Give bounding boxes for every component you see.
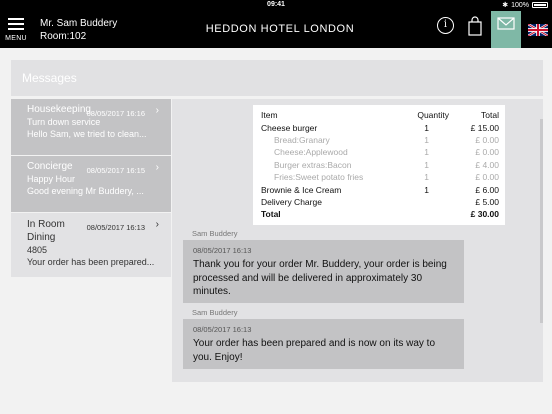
message-sender: Sam Buddery xyxy=(192,229,238,238)
scrollbar[interactable] xyxy=(540,119,543,323)
table-row: Fries:Sweet potato fries 1 £ 0.00 xyxy=(261,171,499,183)
row-item: Burger extras:Bacon xyxy=(274,159,352,170)
row-total: £ 5.00 xyxy=(475,196,499,207)
bluetooth-icon: ✱ xyxy=(502,2,509,9)
order-summary-table: Item Quantity Total Cheese burger 1 £ 15… xyxy=(253,105,505,225)
battery-icon xyxy=(532,2,548,8)
hamburger-icon xyxy=(4,18,28,30)
message-date: 08/05/2017 16:16 xyxy=(86,109,145,118)
row-item: Fries:Sweet potato fries xyxy=(274,172,364,183)
guest-info: Mr. Sam Buddery Room:102 xyxy=(40,17,117,43)
message-title: 4805 xyxy=(27,245,48,255)
menu-label: MENU xyxy=(5,35,27,42)
header-item: Item xyxy=(261,110,278,121)
row-total: £ 15.00 xyxy=(470,122,499,133)
row-total: £ 0.00 xyxy=(475,134,499,145)
row-item: Delivery Charge xyxy=(261,196,322,207)
message-bubble: 08/05/2017 16:13 Your order has been pre… xyxy=(183,319,464,369)
conversation-pane[interactable]: Item Quantity Total Cheese burger 1 £ 15… xyxy=(172,99,543,382)
row-item: Cheese:Applewood xyxy=(274,147,348,158)
header-total: Total xyxy=(481,110,499,121)
message-item-in-room-dining[interactable]: In Room Dining 08/05/2017 16:13 › 4805 Y… xyxy=(11,213,171,277)
room-number: Room:102 xyxy=(40,31,87,42)
message-item-housekeeping[interactable]: Housekeeping 08/05/2017 16:16 › Turn dow… xyxy=(11,99,171,155)
info-icon[interactable]: i xyxy=(437,17,454,34)
message-bubble: 08/05/2017 16:13 Thank you for your orde… xyxy=(183,240,464,303)
row-qty: 1 xyxy=(424,147,429,158)
messages-title: Messages xyxy=(22,71,77,85)
row-item: Brownie & Ice Cream xyxy=(261,184,342,195)
status-right: ✱ 100% xyxy=(502,1,548,9)
row-qty: 1 xyxy=(424,134,429,145)
shopping-bag-icon[interactable] xyxy=(468,16,482,36)
table-row: Brownie & Ice Cream 1 £ 6.00 xyxy=(261,183,499,195)
menu-button[interactable]: MENU xyxy=(4,15,28,45)
row-qty: 1 xyxy=(424,172,429,183)
message-preview: Hello Sam, we tried to clean... xyxy=(27,129,147,139)
row-qty: 1 xyxy=(424,184,429,195)
row-item: Bread:Granary xyxy=(274,134,330,145)
uk-flag-icon[interactable] xyxy=(528,24,548,36)
app-header: MENU Mr. Sam Buddery Room:102 HEDDON HOT… xyxy=(0,11,552,48)
table-row: Bread:Granary 1 £ 0.00 xyxy=(261,134,499,146)
bubble-text: Your order has been prepared and is now … xyxy=(193,338,436,363)
row-qty: 1 xyxy=(424,159,429,170)
bubble-text: Thank you for your order Mr. Buddery, yo… xyxy=(193,259,447,297)
row-total: £ 0.00 xyxy=(475,147,499,158)
message-preview: Your order has been prepared... xyxy=(27,257,155,267)
row-total: £ 4.00 xyxy=(475,159,499,170)
row-total: £ 6.00 xyxy=(475,184,499,195)
messages-tab-button[interactable] xyxy=(491,11,521,48)
table-row: Burger extras:Bacon 1 £ 4.00 xyxy=(261,159,499,171)
header-quantity: Quantity xyxy=(417,110,449,121)
chevron-right-icon: › xyxy=(155,162,159,173)
message-subject: In Room Dining xyxy=(27,219,65,243)
row-total: £ 0.00 xyxy=(475,172,499,183)
table-row: Delivery Charge £ 5.00 xyxy=(261,196,499,208)
row-total: £ 30.00 xyxy=(470,209,499,220)
row-item: Total xyxy=(261,209,281,220)
chevron-right-icon: › xyxy=(155,219,159,230)
table-row: Cheese burger 1 £ 15.00 xyxy=(261,121,499,133)
bubble-date: 08/05/2017 16:13 xyxy=(193,246,252,255)
message-sender: Sam Buddery xyxy=(192,308,238,317)
message-item-concierge[interactable]: Concierge 08/05/2017 16:15 › Happy Hour … xyxy=(11,156,171,212)
guest-name: Mr. Sam Buddery xyxy=(40,18,118,29)
bubble-date: 08/05/2017 16:13 xyxy=(193,325,252,334)
row-qty: 1 xyxy=(424,122,429,133)
row-item: Cheese burger xyxy=(261,122,318,133)
status-time: 09:41 xyxy=(267,1,285,8)
message-date: 08/05/2017 16:15 xyxy=(86,166,145,175)
table-row: Cheese:Applewood 1 £ 0.00 xyxy=(261,146,499,158)
hotel-name: HEDDON HOTEL LONDON xyxy=(205,23,355,35)
message-preview: Good evening Mr Buddery, ... xyxy=(27,186,144,196)
chevron-right-icon: › xyxy=(155,105,159,116)
table-row-total: Total £ 30.00 xyxy=(261,208,499,220)
envelope-icon xyxy=(497,17,515,30)
table-header: Item Quantity Total xyxy=(261,109,499,121)
status-bar: 09:41 ✱ 100% xyxy=(0,0,552,11)
messages-banner: Messages xyxy=(11,60,543,96)
battery-percent: 100% xyxy=(511,1,529,9)
message-list: Housekeeping 08/05/2017 16:16 › Turn dow… xyxy=(11,99,171,278)
message-date: 08/05/2017 16:13 xyxy=(86,223,145,232)
